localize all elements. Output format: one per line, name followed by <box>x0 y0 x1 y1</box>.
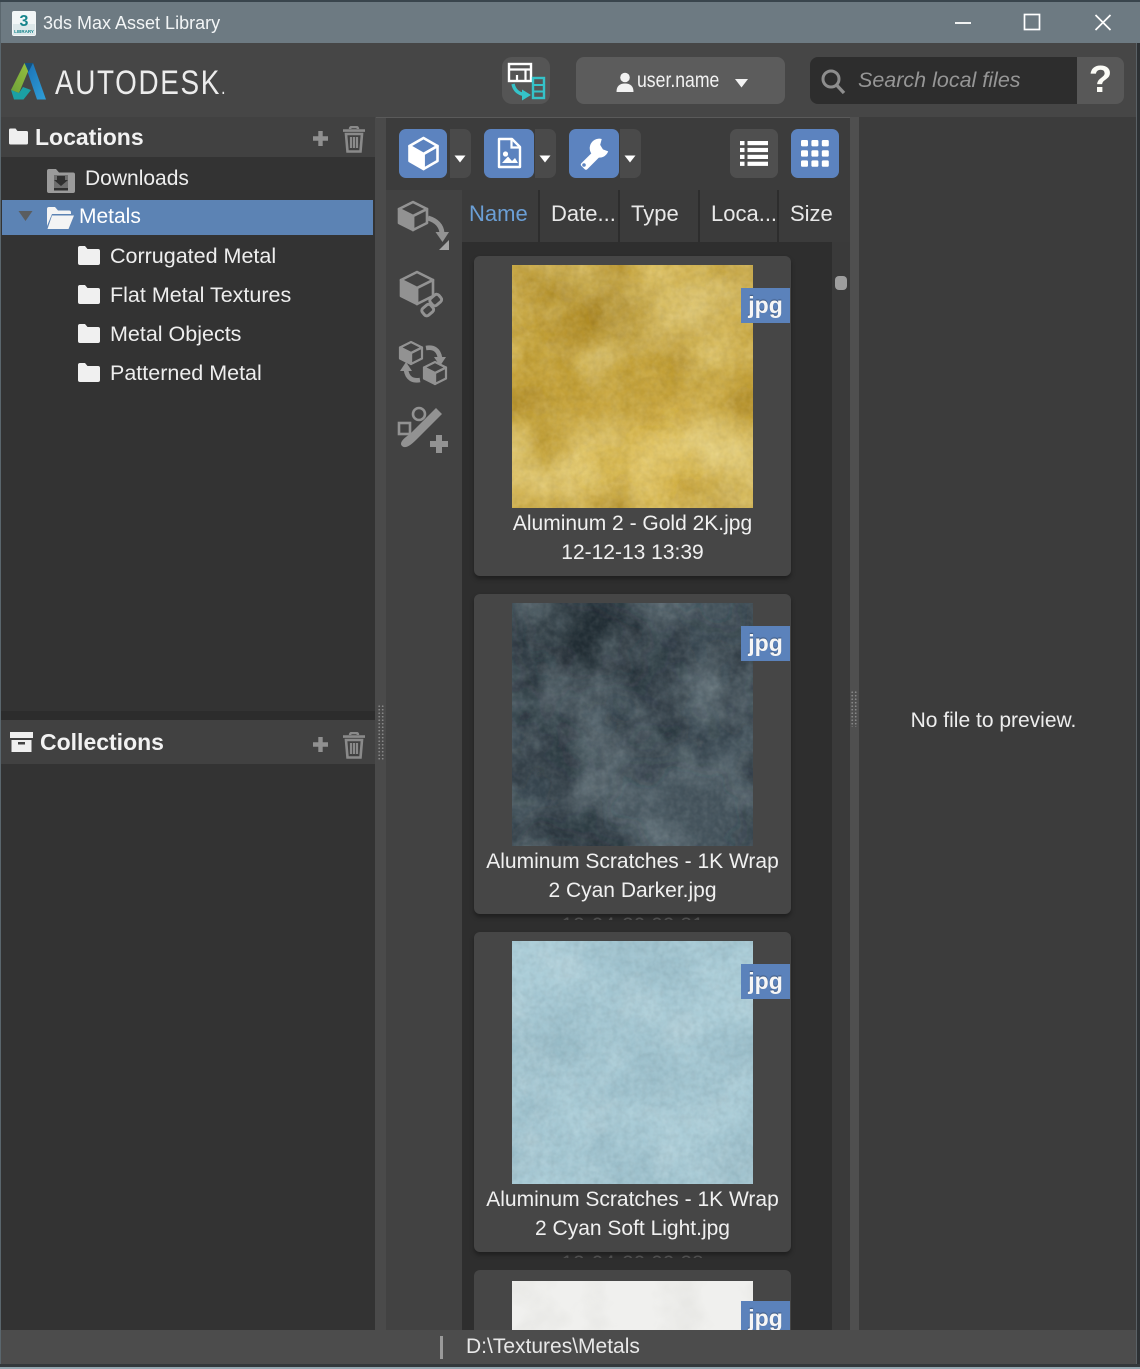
svg-text:LIBRARY: LIBRARY <box>14 29 34 34</box>
svg-text:3: 3 <box>20 13 29 30</box>
